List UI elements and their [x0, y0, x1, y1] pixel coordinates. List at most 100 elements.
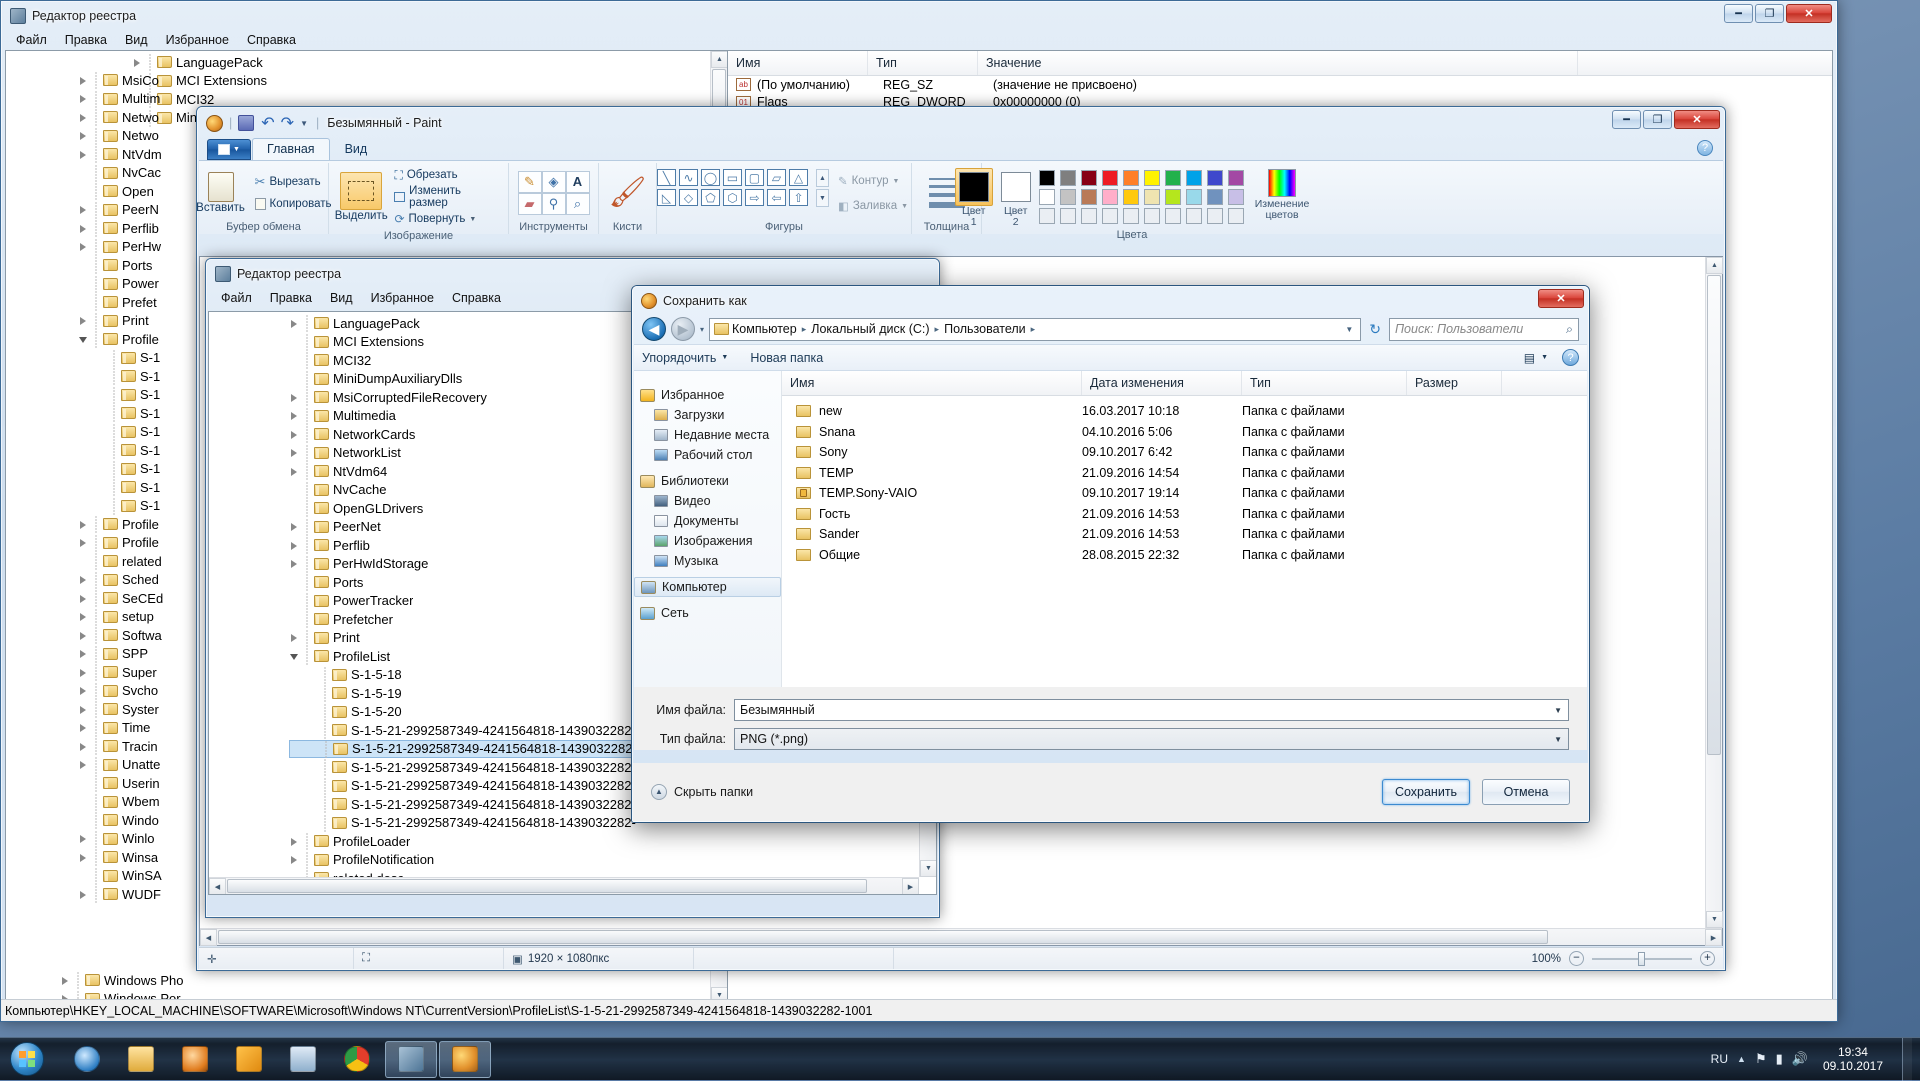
tree-horizontal-scrollbar[interactable]: ◀ ▶: [209, 877, 919, 894]
scroll-up-button[interactable]: ▲: [1706, 257, 1723, 274]
save-dialog-navigation-pane[interactable]: Избранное Загрузки Недавние места Рабочий с…: [634, 371, 782, 687]
column-header[interactable]: Тип: [868, 51, 978, 75]
regedit-front-titlebar[interactable]: Редактор реестра: [208, 261, 937, 287]
magnifier-icon[interactable]: ⌕: [565, 192, 590, 215]
zoom-out-button[interactable]: −: [1569, 951, 1584, 966]
palette-swatch[interactable]: [1122, 189, 1139, 205]
save-dialog-navbar[interactable]: ◀ ▶ ▾ Компьютер ▸ Локальный диск (C:) ▸ Поль…: [634, 314, 1587, 344]
tree-collapse-arrow-icon[interactable]: [78, 112, 89, 123]
paint-window-buttons[interactable]: ━ ❐ ✕: [1612, 110, 1720, 129]
network-icon[interactable]: ▮: [1776, 1051, 1783, 1067]
paint-ribbon-tabs[interactable]: ▼ Главная Вид ?: [199, 137, 1723, 160]
tree-collapse-arrow-icon[interactable]: [78, 204, 89, 215]
zoom-in-button[interactable]: +: [1700, 951, 1715, 966]
shape-curve-icon[interactable]: ∿: [678, 169, 698, 186]
taskbar-clock[interactable]: 19:34 09.10.2017: [1817, 1045, 1889, 1073]
tree-collapse-arrow-icon[interactable]: [289, 429, 300, 440]
tree-expand-arrow-icon[interactable]: [78, 334, 89, 345]
palette-swatch[interactable]: [1101, 170, 1118, 186]
tree-item[interactable]: LanguagePack: [6, 53, 727, 72]
hide-folders-toggle-icon[interactable]: ▲: [651, 784, 667, 800]
tree-collapse-arrow-icon[interactable]: [289, 836, 300, 847]
regedit-background-titlebar[interactable]: Редактор реестра ━ ❐ ✕: [3, 3, 1835, 29]
taskbar-button-paint-window[interactable]: [439, 1040, 491, 1078]
save-as-dialog[interactable]: Сохранить как ✕ ◀ ▶ ▾ Компьютер ▸ Локальны…: [631, 285, 1590, 823]
tree-collapse-arrow-icon[interactable]: [289, 410, 300, 421]
taskbar-button-notepad-window[interactable]: [277, 1041, 329, 1078]
shape-right-arrow-icon[interactable]: ⇨: [744, 189, 764, 206]
menu-item-0[interactable]: Файл: [212, 289, 261, 307]
shape-pentagon-icon[interactable]: ⬠: [700, 189, 720, 206]
tree-collapse-arrow-icon[interactable]: [289, 392, 300, 403]
color-picker-icon[interactable]: ⚲: [541, 192, 566, 215]
system-tray[interactable]: RU ▲ ⚑ ▮ 🔊 19:34 09.10.2017: [1711, 1037, 1920, 1081]
tab-home[interactable]: Главная: [252, 138, 330, 160]
resize-button[interactable]: Изменить размер: [391, 185, 503, 209]
palette-swatch[interactable]: [1080, 189, 1097, 205]
tray-language[interactable]: RU: [1711, 1052, 1728, 1066]
back-arrow-icon[interactable]: ◀: [642, 317, 666, 341]
paint-file-menu-button[interactable]: ▼: [207, 139, 251, 160]
palette-swatch[interactable]: [1122, 170, 1139, 186]
forward-arrow-icon[interactable]: ▶: [671, 317, 695, 341]
crop-button[interactable]: ⛶ Обрезать: [391, 165, 503, 185]
file-list-rows[interactable]: new 16.03.2017 10:18 Папка с файлами Snana 0…: [782, 396, 1587, 565]
palette-swatch[interactable]: [1164, 189, 1181, 205]
scroll-right-button[interactable]: ▶: [902, 878, 919, 894]
tree-collapse-arrow-icon[interactable]: [78, 593, 89, 604]
palette-swatch[interactable]: [1143, 189, 1160, 205]
tree-collapse-arrow-icon[interactable]: [289, 540, 300, 551]
taskbar-button-explorer[interactable]: [115, 1041, 167, 1078]
start-button[interactable]: [0, 1038, 54, 1081]
regedit-background-window-buttons[interactable]: ━ ❐ ✕: [1724, 4, 1832, 23]
tree-collapse-arrow-icon[interactable]: [78, 741, 89, 752]
regedit-background-menubar[interactable]: Файл Правка Вид Избранное Справка: [3, 29, 1835, 50]
breadcrumb-separator-icon[interactable]: ▸: [802, 324, 807, 335]
file-row[interactable]: Sander 21.09.2016 14:53 Папка с файлами: [782, 524, 1587, 545]
filetype-select[interactable]: PNG (*.png) ▼: [734, 728, 1569, 750]
save-dialog-window-buttons[interactable]: ✕: [1538, 289, 1584, 308]
taskbar-button-chrome[interactable]: [331, 1041, 383, 1078]
tree-collapse-arrow-icon[interactable]: [78, 889, 89, 900]
scroll-down-button[interactable]: ▼: [1706, 911, 1723, 928]
tree-collapse-arrow-icon[interactable]: [78, 759, 89, 770]
menu-item-4[interactable]: Справка: [238, 31, 305, 49]
customize-qat-icon[interactable]: ▼: [300, 119, 308, 128]
shape-diamond-icon[interactable]: ◇: [678, 189, 698, 206]
tree-collapse-arrow-icon[interactable]: [78, 149, 89, 160]
canvas-vertical-scrollbar[interactable]: ▲ ▼: [1705, 257, 1723, 928]
nav-history-chevron-icon[interactable]: ▾: [700, 325, 704, 334]
taskbar-button-media-player[interactable]: [169, 1041, 221, 1078]
palette-custom-slot[interactable]: [1164, 208, 1181, 224]
palette-custom-slot[interactable]: [1101, 208, 1118, 224]
paint-titlebar[interactable]: | ↶ ↷ ▼ | Безымянный - Paint ━ ❐ ✕: [199, 109, 1723, 137]
palette-swatch[interactable]: [1143, 170, 1160, 186]
view-mode-chevron-icon[interactable]: ▼: [1541, 354, 1548, 361]
ribbon-help-icon[interactable]: ?: [1697, 140, 1713, 156]
tree-collapse-arrow-icon[interactable]: [132, 57, 143, 68]
palette-custom-slot[interactable]: [1143, 208, 1160, 224]
cut-button[interactable]: ✂ Вырезать: [252, 172, 335, 192]
save-dialog-commandbar[interactable]: Упорядочить ▼ Новая папка ▤ ▼ ?: [634, 344, 1587, 371]
palette-custom-slot[interactable]: [1059, 208, 1076, 224]
save-dialog-file-list[interactable]: Имя Дата изменения Тип Размер new 16.03.2017…: [782, 371, 1587, 687]
palette-swatch[interactable]: [1038, 170, 1055, 186]
scroll-down-button[interactable]: ▼: [920, 860, 936, 877]
show-desktop-button[interactable]: [1902, 1037, 1912, 1081]
palette-custom-slot[interactable]: [1227, 208, 1244, 224]
scroll-thumb[interactable]: [218, 930, 1548, 944]
action-center-icon[interactable]: ⚑: [1755, 1051, 1767, 1067]
column-header[interactable]: Значение: [978, 51, 1578, 75]
nav-item-pictures-icon[interactable]: Изображения: [634, 531, 781, 551]
eraser-icon[interactable]: ▰: [517, 192, 542, 215]
scroll-left-button[interactable]: ◀: [200, 929, 217, 946]
shape-up-arrow-icon[interactable]: ⇧: [788, 189, 808, 206]
nav-item-recent-places-icon[interactable]: Недавние места: [634, 425, 781, 445]
select-button[interactable]: Выделить: [334, 172, 388, 222]
menu-item-2[interactable]: Вид: [116, 31, 157, 49]
tree-collapse-arrow-icon[interactable]: [78, 241, 89, 252]
tree-collapse-arrow-icon[interactable]: [78, 75, 89, 86]
tree-collapse-arrow-icon[interactable]: [289, 632, 300, 643]
outline-button[interactable]: ✎ Контур ▼: [835, 171, 911, 191]
tab-view[interactable]: Вид: [331, 139, 382, 160]
